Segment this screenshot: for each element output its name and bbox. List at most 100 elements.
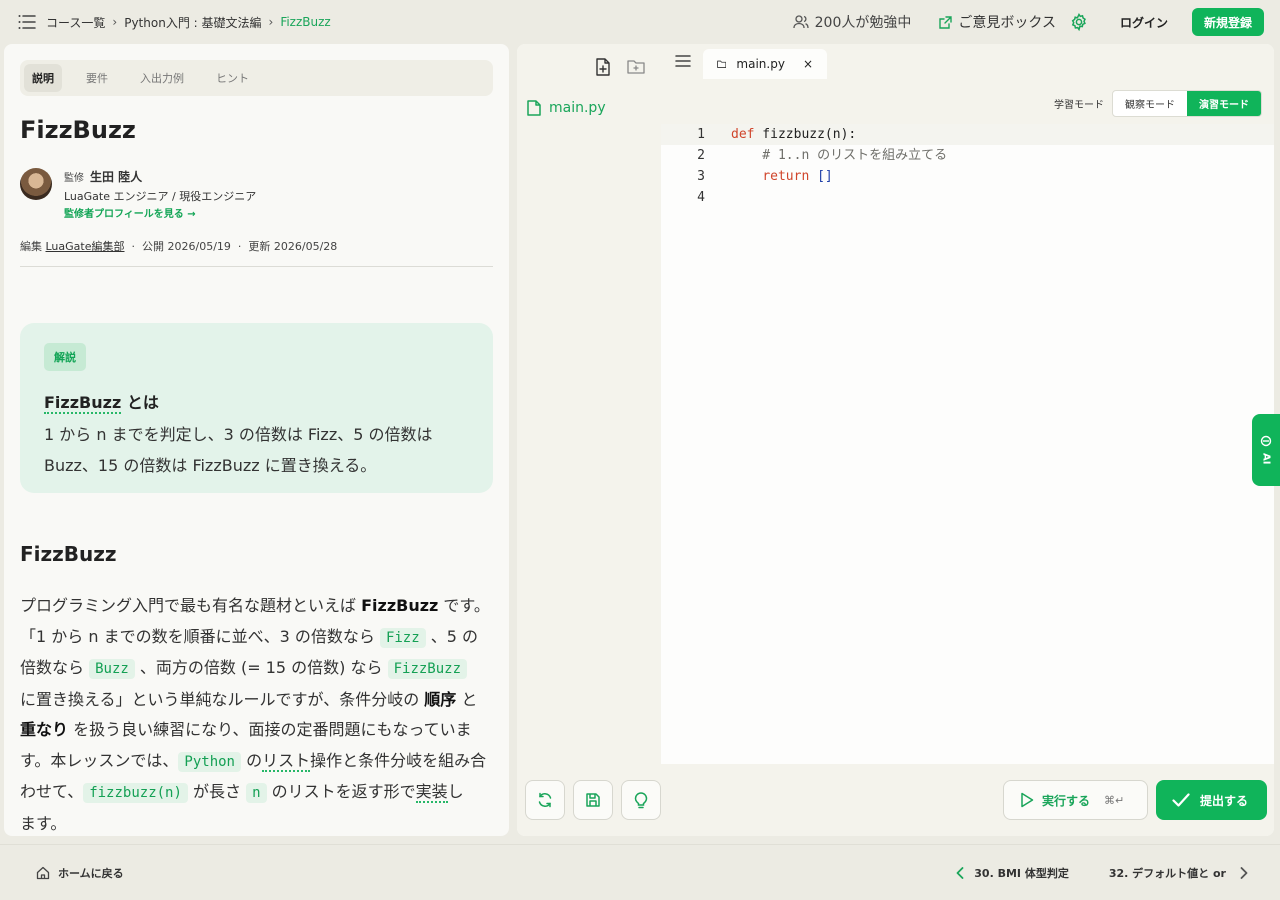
text: 、5 の — [425, 626, 479, 646]
code-line: 4 — [661, 187, 1274, 208]
divider — [20, 266, 493, 267]
callout-body-line: Buzz、15 の倍数は FizzBuzz に置き換える。 — [44, 456, 377, 475]
chevron-left-icon — [956, 866, 964, 879]
watch-mode-button[interactable]: 観察モード — [1113, 91, 1187, 116]
text: ます。 — [20, 813, 67, 833]
text: す。本レッスンでは、 — [20, 750, 179, 770]
inline-code: FizzBuzz — [387, 659, 468, 679]
external-link-icon — [939, 15, 953, 29]
callout-title-suffix: とは — [126, 393, 159, 412]
text: 倍数なら — [20, 658, 90, 677]
users-icon — [792, 15, 809, 29]
supervisor-block: 監修 生田 陸人 LuaGate エンジニア / 現役エンジニア 監修者プロフィー… — [20, 168, 256, 224]
line-number: 2 — [697, 148, 705, 163]
footer-nav: ホームに戻る 30. BMI 体型判定 32. デフォルト値と or — [0, 844, 1280, 900]
text: し — [447, 782, 464, 801]
tab-io-examples[interactable]: 入出力例 — [132, 64, 192, 92]
meta-separator: · — [131, 240, 136, 253]
code-bracket: [] — [809, 169, 833, 184]
text: わせて、 — [20, 782, 84, 801]
editor-tab-main-py[interactable]: main.py × — [703, 49, 827, 79]
tab-hints[interactable]: ヒント — [208, 64, 257, 92]
glossary-term[interactable]: リスト — [262, 750, 311, 772]
next-lesson-label: 32. デフォルト値と or — [1108, 866, 1226, 880]
text: が長さ — [187, 782, 247, 801]
submit-button[interactable]: 提出する — [1156, 780, 1267, 820]
feedback-link[interactable]: ご意見ボックス — [939, 12, 1056, 32]
breadcrumb-current: FizzBuzz — [280, 15, 331, 29]
code-editor[interactable]: 1 def fizzbuzz(n): 2 # 1..n のリストを組み立てる 3… — [661, 124, 1274, 764]
hamburger-icon[interactable] — [675, 54, 691, 68]
prev-lesson-link[interactable]: 30. BMI 体型判定 — [956, 865, 1069, 881]
breadcrumb: コース一覧 › Python入門 : 基礎文法編 › FizzBuzz — [46, 14, 331, 31]
breadcrumb-course[interactable]: Python入門 : 基礎文法編 — [124, 14, 261, 31]
lesson-panel: 説明 要件 入出力例 ヒント FizzBuzz 監修 生田 陸人 LuaGate … — [4, 44, 509, 836]
text: の — [240, 750, 263, 770]
home-link[interactable]: ホームに戻る — [36, 865, 124, 881]
home-label: ホームに戻る — [58, 866, 124, 880]
editor-link[interactable]: LuaGate編集部 — [46, 240, 125, 253]
published-date: 公開 2026/05/19 — [142, 240, 231, 253]
run-label: 実行する — [1042, 793, 1091, 808]
submit-label: 提出する — [1200, 793, 1249, 808]
bold-text: 重なり — [20, 720, 69, 739]
glossary-term[interactable]: FizzBuzz — [44, 393, 122, 414]
reset-button[interactable] — [525, 780, 565, 820]
text: のリストを返す形で — [266, 782, 416, 801]
hint-button[interactable] — [621, 780, 661, 820]
save-button[interactable] — [573, 780, 613, 820]
menu-icon[interactable] — [16, 11, 38, 33]
breadcrumb-course-list[interactable]: コース一覧 — [46, 14, 105, 31]
supervisor-role: 監修 — [64, 173, 84, 184]
ai-assistant-tab[interactable]: AI — [1252, 414, 1280, 486]
editor-tab-label: main.py — [736, 57, 785, 71]
text: に置き換える」という単純なルールですが、条件分岐の — [20, 689, 425, 709]
top-bar: コース一覧 › Python入門 : 基礎文法編 › FizzBuzz 200人… — [0, 0, 1280, 44]
inline-code: Fizz — [379, 627, 426, 648]
practice-mode-button[interactable]: 演習モード — [1187, 91, 1261, 116]
explanation-badge: 解説 — [44, 343, 86, 371]
tab-description[interactable]: 説明 — [24, 64, 62, 92]
next-lesson-link[interactable]: 32. デフォルト値と or — [1109, 865, 1248, 881]
inline-code: Buzz — [89, 659, 135, 679]
section-heading: FizzBuzz — [20, 542, 117, 566]
code-keyword: return — [762, 169, 810, 184]
signup-button[interactable]: 新規登録 — [1191, 8, 1264, 36]
text: です。 — [438, 596, 490, 615]
login-button[interactable]: ログイン — [1120, 14, 1168, 31]
code-text: fizzbuzz(n): — [754, 127, 857, 142]
tab-requirements[interactable]: 要件 — [78, 64, 116, 92]
editor-panel: main.py main.py × 学習モード 観察モード 演習モード 1 de… — [517, 44, 1274, 836]
section-paragraph: プログラミング入門で最も有名な題材といえば FizzBuzz です。 「1 から… — [20, 591, 500, 836]
glossary-term[interactable]: 実装 — [415, 782, 448, 803]
chevron-right-icon: › — [112, 15, 118, 29]
text: と — [456, 689, 478, 709]
code-line: 2 # 1..n のリストを組み立てる — [661, 145, 1274, 166]
ai-sparkle-icon — [1260, 436, 1272, 447]
home-icon — [36, 866, 50, 879]
updated-date: 更新 2026/05/28 — [248, 240, 338, 253]
callout-title: FizzBuzz とは — [44, 389, 469, 414]
bold-text: FizzBuzz — [361, 596, 439, 615]
inline-code: Python — [178, 751, 241, 772]
meta-edit-label: 編集 — [20, 240, 42, 253]
new-folder-icon[interactable] — [627, 58, 645, 74]
file-tree: main.py — [517, 44, 661, 764]
supervisor-profile-link[interactable]: 監修者プロフィールを見る → — [64, 206, 256, 224]
code-line: 1 def fizzbuzz(n): — [661, 124, 1274, 145]
close-icon[interactable]: × — [803, 57, 813, 71]
folder-icon — [717, 60, 727, 68]
line-number: 4 — [697, 190, 705, 205]
check-icon — [1172, 793, 1190, 807]
inline-code: n — [246, 783, 267, 803]
callout-body-line: 1 から n までを判定し、3 の倍数は Fizz、5 の倍数は — [44, 425, 433, 444]
run-button[interactable]: 実行する ⌘↵ — [1003, 780, 1148, 820]
new-file-icon[interactable] — [595, 58, 611, 76]
run-shortcut: ⌘↵ — [1104, 793, 1125, 807]
gear-icon[interactable] — [1070, 13, 1088, 31]
studying-text: 200人が勉強中 — [814, 15, 912, 31]
refresh-icon — [538, 792, 552, 808]
text: を扱う良い練習になり、面接の定番問題にもなっていま — [68, 720, 472, 739]
inline-code: fizzbuzz(n) — [83, 783, 188, 803]
file-tree-item-main-py[interactable]: main.py — [527, 100, 606, 116]
